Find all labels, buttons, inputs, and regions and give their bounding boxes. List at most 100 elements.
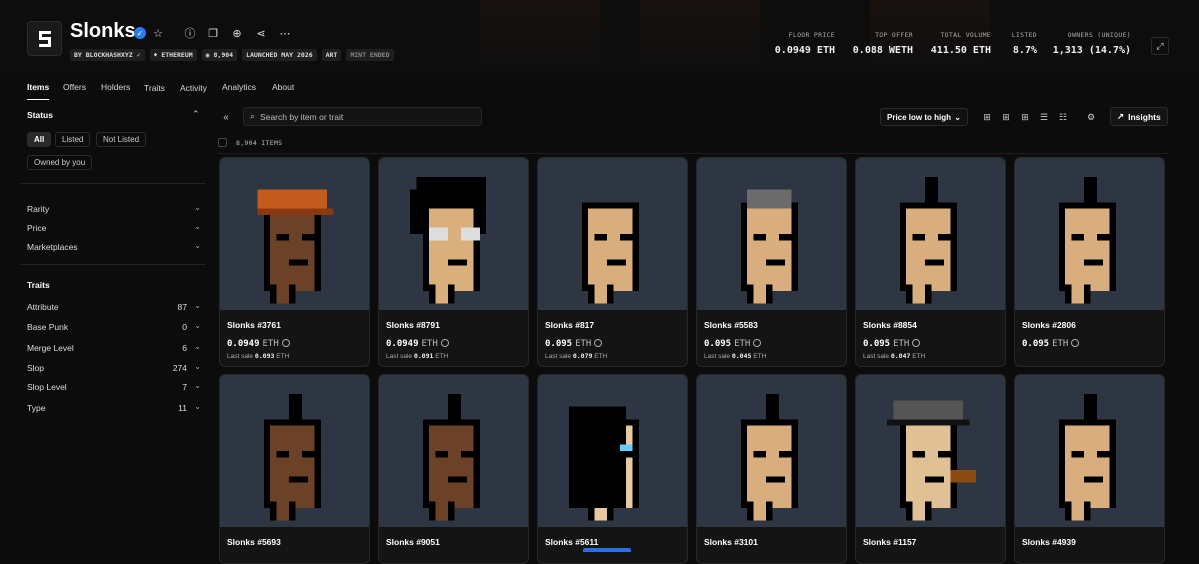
sort-dropdown[interactable]: Price low to high ⌄ xyxy=(880,108,968,126)
tab-traits[interactable]: Traits xyxy=(144,83,165,99)
mint-status-chip: MINT ENDED xyxy=(346,49,394,61)
tab-analytics[interactable]: Analytics xyxy=(222,82,256,98)
item-image[interactable] xyxy=(1015,158,1164,310)
search-bar[interactable]: ⌕ xyxy=(243,107,482,126)
item-name: Slonks #5583 xyxy=(704,320,758,330)
eth-icon xyxy=(281,339,290,347)
eth-icon xyxy=(753,339,762,347)
filter-price[interactable]: Price ⌄ xyxy=(27,222,201,233)
item-card[interactable]: Slonks #1157 xyxy=(855,374,1006,564)
item-card[interactable]: Slonks #5583 0.095 ETH Last sale 0.045 ETH xyxy=(696,157,847,367)
item-card[interactable]: Slonks #8854 0.095 ETH Last sale 0.047 ETH xyxy=(855,157,1006,367)
item-card[interactable]: Slonks #3101 xyxy=(696,374,847,564)
status-pill-owned[interactable]: Owned by you xyxy=(27,155,93,170)
view-grid-large-icon[interactable]: ⊞ xyxy=(980,110,994,124)
item-image[interactable] xyxy=(220,375,369,527)
tab-holders[interactable]: Holders xyxy=(101,82,130,98)
item-price: 0.0949 ETH xyxy=(227,339,290,349)
filter-rarity[interactable]: Rarity ⌄ xyxy=(27,203,201,214)
creator-chip[interactable]: BY BLOCKHASHXYZ ✓ xyxy=(70,49,145,61)
item-image[interactable] xyxy=(697,375,846,527)
supply-chip: ◉ 8,904 xyxy=(201,49,238,61)
chevron-down-icon: ⌄ xyxy=(954,112,961,122)
filter-marketplaces[interactable]: Marketplaces ⌄ xyxy=(27,241,201,252)
item-last-sale: Last sale 0.047 ETH xyxy=(863,352,926,360)
globe-icon[interactable]: ⊕ xyxy=(229,25,245,41)
view-grid-small-icon[interactable]: ⊞ xyxy=(1018,110,1032,124)
tab-activity[interactable]: Activity xyxy=(180,83,207,99)
item-last-sale: Last sale 0.045 ETH xyxy=(704,352,767,360)
item-card[interactable]: Slonks #2806 0.095 ETH xyxy=(1014,157,1165,367)
chevron-down-icon: ⌄ xyxy=(194,321,201,330)
info-icon[interactable]: ⓘ xyxy=(182,25,198,41)
status-heading[interactable]: Status xyxy=(27,110,53,120)
collection-title: Slonks xyxy=(70,20,136,42)
item-last-sale: Last sale 0.091 ETH xyxy=(386,352,449,360)
item-card[interactable]: Slonks #4939 xyxy=(1014,374,1165,564)
status-pill-all[interactable]: All xyxy=(27,132,52,147)
item-image[interactable] xyxy=(220,158,369,310)
item-last-sale: Last sale 0.093 ETH xyxy=(227,352,290,360)
item-image[interactable] xyxy=(856,158,1005,310)
item-image[interactable] xyxy=(379,158,528,310)
item-name: Slonks #4939 xyxy=(1022,537,1076,547)
tab-offers[interactable]: Offers xyxy=(63,82,86,98)
chain-chip: ♦ ETHEREUM xyxy=(149,49,197,61)
collection-chips: BY BLOCKHASHXYZ ✓ ♦ ETHEREUM ◉ 8,904 LAU… xyxy=(70,49,394,61)
select-all-checkbox[interactable] xyxy=(218,138,227,147)
trait-slop[interactable]: Slop 274 ⌄ xyxy=(27,362,201,373)
item-image[interactable] xyxy=(538,158,687,310)
expand-icon[interactable]: ⤢ xyxy=(1151,37,1169,55)
view-grid-medium-icon[interactable]: ⊞ xyxy=(999,110,1013,124)
trait-merge-level[interactable]: Merge Level 6 ⌄ xyxy=(27,342,201,353)
item-card[interactable]: Slonks #9051 xyxy=(378,374,529,564)
copy-icon[interactable]: ❐ xyxy=(205,25,221,41)
item-image[interactable] xyxy=(538,375,687,527)
trait-slop-level[interactable]: Slop Level 7 ⌄ xyxy=(27,381,201,392)
more-icon[interactable]: ⋯ xyxy=(277,25,293,41)
item-name: Slonks #8854 xyxy=(863,320,917,330)
search-input[interactable] xyxy=(260,111,461,122)
view-table-icon[interactable]: ☷ xyxy=(1056,110,1070,124)
chevron-down-icon: ⌄ xyxy=(194,342,201,351)
trait-base-punk[interactable]: Base Punk 0 ⌄ xyxy=(27,321,201,332)
item-image[interactable] xyxy=(856,375,1005,527)
item-card[interactable]: Slonks #3761 0.0949 ETH Last sale 0.093 ETH xyxy=(219,157,370,367)
insights-button[interactable]: ↗ Insights xyxy=(1110,107,1168,126)
view-list-icon[interactable]: ☰ xyxy=(1037,110,1051,124)
tab-items[interactable]: Items xyxy=(27,82,50,100)
chevron-down-icon: ⌄ xyxy=(194,402,201,411)
item-image[interactable] xyxy=(697,158,846,310)
stat-top-offer: TOP OFFER 0.088 WETH xyxy=(852,31,913,56)
item-image[interactable] xyxy=(1015,375,1164,527)
share-icon[interactable]: ⋖ xyxy=(253,25,269,41)
status-pill-not-listed[interactable]: Not Listed xyxy=(96,132,147,147)
item-image[interactable] xyxy=(379,375,528,527)
collection-logo xyxy=(27,21,62,56)
item-card[interactable]: Slonks #8791 0.0949 ETH Last sale 0.091 ETH xyxy=(378,157,529,367)
item-card[interactable]: Slonks #5693 xyxy=(219,374,370,564)
status-pill-listed[interactable]: Listed xyxy=(55,132,91,147)
stat-listed: LISTED 8.7% xyxy=(1011,31,1037,56)
tab-about[interactable]: About xyxy=(272,82,294,98)
chevron-up-icon[interactable]: ⌃ xyxy=(192,109,200,120)
item-name: Slonks #3101 xyxy=(704,537,758,547)
eth-icon xyxy=(1071,339,1080,347)
collapse-sidebar-icon[interactable]: « xyxy=(218,109,234,125)
verified-badge-icon: ✓ xyxy=(134,27,146,39)
item-name: Slonks #5693 xyxy=(227,537,281,547)
trait-attribute[interactable]: Attribute 87 ⌄ xyxy=(27,301,201,312)
chevron-down-icon: ⌄ xyxy=(194,203,201,212)
star-icon[interactable]: ☆ xyxy=(150,25,166,41)
item-price: 0.095 ETH xyxy=(545,339,603,349)
settings-gear-icon[interactable]: ⚙ xyxy=(1084,110,1098,124)
trait-type[interactable]: Type 11 ⌄ xyxy=(27,402,201,413)
item-price: 0.095 ETH xyxy=(863,339,921,349)
search-icon: ⌕ xyxy=(250,111,256,121)
item-card[interactable]: Slonks #5611 xyxy=(537,374,688,564)
items-count: 8,904 ITEMS xyxy=(236,139,283,147)
trend-icon: ↗ xyxy=(1117,111,1125,121)
item-card[interactable]: Slonks #817 0.095 ETH Last sale 0.079 ETH xyxy=(537,157,688,367)
eth-icon xyxy=(594,339,603,347)
item-name: Slonks #2806 xyxy=(1022,320,1076,330)
